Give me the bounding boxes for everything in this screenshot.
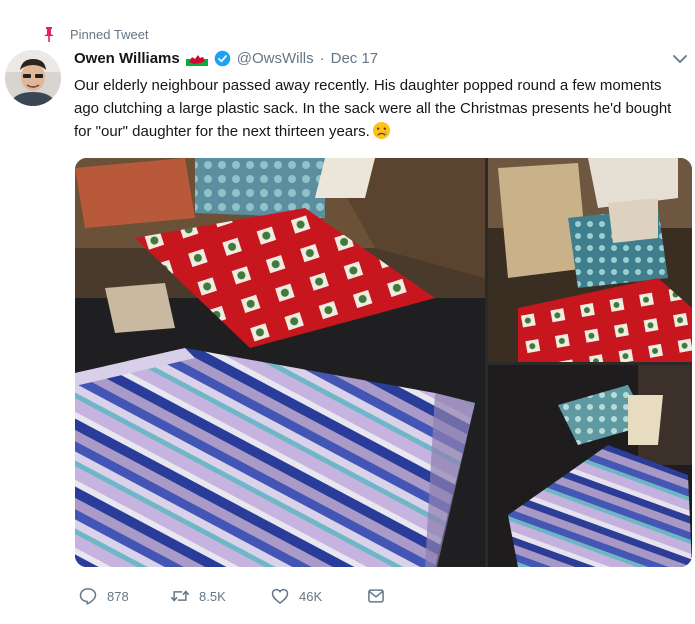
like-button[interactable]: 46K <box>270 586 366 606</box>
photo-presents-main[interactable] <box>75 158 485 567</box>
heart-icon <box>271 588 289 604</box>
retweet-button[interactable]: 8.5K <box>170 586 270 606</box>
pin-icon <box>44 27 54 42</box>
reply-icon <box>79 588 97 605</box>
envelope-icon <box>368 589 384 603</box>
avatar[interactable] <box>5 50 61 106</box>
like-count: 46K <box>299 588 323 604</box>
tweet-actions: 878 8.5K 46K <box>78 586 386 606</box>
author-handle[interactable]: @OwsWills <box>237 50 314 67</box>
photo-presents-closeup[interactable] <box>488 365 692 567</box>
retweet-count: 8.5K <box>199 588 226 604</box>
crying-face-emoji-icon <box>372 121 390 140</box>
tweet-date[interactable]: Dec 17 <box>331 50 379 67</box>
pinned-label: Pinned Tweet <box>70 26 149 42</box>
author-name[interactable]: Owen Williams <box>74 50 180 67</box>
reply-count: 878 <box>107 588 129 604</box>
separator-dot: · <box>319 50 325 67</box>
pinned-indicator: Pinned Tweet <box>42 26 149 42</box>
tweet-text: Our elderly neighbour passed away recent… <box>74 74 679 143</box>
retweet-icon <box>170 590 190 602</box>
reply-button[interactable]: 878 <box>78 586 170 606</box>
tweet-header: Owen Williams @OwsWills · Dec 17 <box>74 50 378 67</box>
chevron-down-icon[interactable] <box>673 54 687 64</box>
wales-flag-icon <box>185 51 208 66</box>
verified-badge-icon <box>214 50 231 67</box>
photo-presents-stack[interactable] <box>488 158 692 362</box>
avatar-image <box>5 50 61 106</box>
media-grid <box>75 158 692 567</box>
direct-message-button[interactable] <box>366 586 386 606</box>
